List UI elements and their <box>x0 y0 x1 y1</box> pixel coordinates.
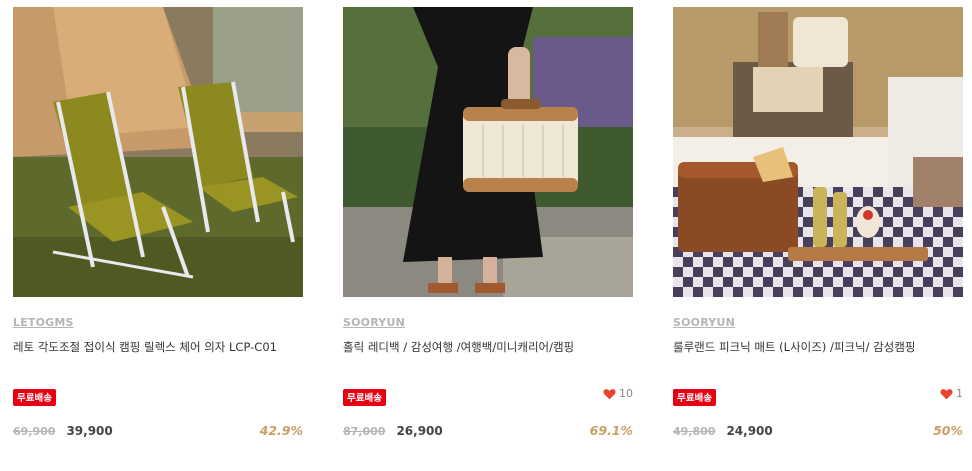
discount-rate: 50% <box>933 423 963 438</box>
brand-link[interactable]: SOORYUN <box>673 316 735 329</box>
product-card[interactable]: SOORYUN 룰루랜드 피크닉 매트 (L사이즈) /피크닉/ 감성캠핑 무료… <box>673 7 963 447</box>
original-price: 87,000 <box>343 425 386 438</box>
heart-icon <box>940 388 953 399</box>
free-shipping-badge: 무료배송 <box>13 389 56 406</box>
brand-link[interactable]: SOORYUN <box>343 316 405 329</box>
discount-rate: 69.1% <box>589 423 633 438</box>
like-count: 10 <box>619 387 633 400</box>
free-shipping-badge: 무료배송 <box>673 389 716 406</box>
like-count: 1 <box>956 387 963 400</box>
price-row: 49,800 24,900 <box>673 424 773 438</box>
product-title[interactable]: 홀릭 레디백 / 감성여행 /여행백/미니캐리어/캠핑 <box>343 339 633 355</box>
product-title[interactable]: 레토 각도조절 접이식 캠핑 릴렉스 체어 의자 LCP-C01 <box>13 339 303 355</box>
price-row: 69,900 39,900 <box>13 424 113 438</box>
sale-price: 26,900 <box>396 424 443 438</box>
product-card[interactable]: LETOGMS 레토 각도조절 접이식 캠핑 릴렉스 체어 의자 LCP-C01… <box>13 7 303 447</box>
heart-icon <box>603 388 616 399</box>
product-title[interactable]: 룰루랜드 피크닉 매트 (L사이즈) /피크닉/ 감성캠핑 <box>673 339 963 355</box>
original-price: 49,800 <box>673 425 716 438</box>
sale-price: 39,900 <box>66 424 113 438</box>
product-image[interactable] <box>13 7 303 297</box>
like-button[interactable]: 10 <box>603 387 633 400</box>
free-shipping-badge: 무료배송 <box>343 389 386 406</box>
discount-rate: 42.9% <box>259 423 303 438</box>
product-image[interactable] <box>673 7 963 297</box>
product-image[interactable] <box>343 7 633 297</box>
original-price: 69,900 <box>13 425 56 438</box>
product-card[interactable]: SOORYUN 홀릭 레디백 / 감성여행 /여행백/미니캐리어/캠핑 무료배송… <box>343 7 633 447</box>
price-row: 87,000 26,900 <box>343 424 443 438</box>
like-button[interactable]: 1 <box>940 387 963 400</box>
sale-price: 24,900 <box>726 424 773 438</box>
brand-link[interactable]: LETOGMS <box>13 316 74 329</box>
